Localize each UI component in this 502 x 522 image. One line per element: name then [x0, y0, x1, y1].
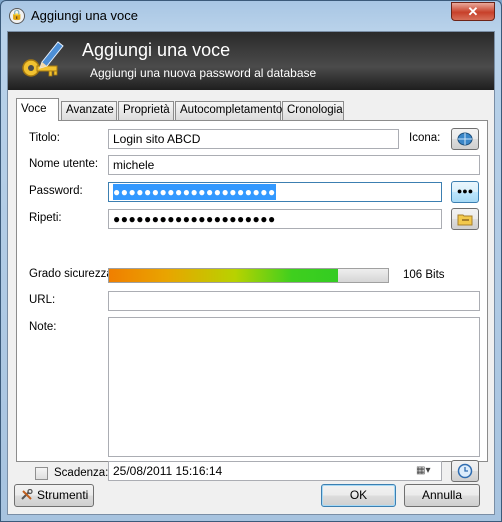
globe-key-icon — [457, 132, 473, 146]
title-label: Titolo: — [29, 132, 60, 144]
icon-picker-button[interactable] — [451, 128, 479, 150]
strength-bar-fill — [109, 269, 338, 282]
tab-voce[interactable]: Voce — [16, 98, 59, 121]
key-pen-icon — [22, 41, 64, 77]
password-field[interactable]: ●●●●●●●●●●●●●●●●●●●●● — [108, 182, 442, 202]
show-password-button[interactable]: ●●● — [451, 181, 479, 203]
banner-title: Aggiungi una voce — [82, 40, 231, 60]
notes-textarea[interactable] — [108, 317, 480, 457]
strength-bits: 106 Bits — [403, 269, 445, 281]
folder-key-icon — [457, 214, 473, 226]
expiry-preset-button[interactable] — [451, 460, 479, 482]
tab-avanzate[interactable]: Avanzate — [61, 101, 117, 120]
strength-label: Grado sicurezza: — [29, 268, 116, 280]
banner-subtitle: Aggiungi una nuova password al database — [90, 66, 317, 80]
tools-button[interactable]: Strumenti — [14, 484, 94, 507]
cancel-button[interactable]: Annulla — [404, 484, 480, 507]
expiry-label: Scadenza: — [54, 467, 109, 479]
tools-icon — [20, 488, 33, 500]
username-label: Nome utente: — [29, 158, 99, 170]
tab-proprieta[interactable]: Proprietà — [118, 101, 174, 120]
password-label: Password: — [29, 185, 83, 197]
icon-label: Icona: — [409, 132, 441, 144]
lock-icon: 🔒 — [9, 8, 25, 24]
window-title: Aggiungi una voce — [31, 8, 138, 23]
ok-button[interactable]: OK — [321, 484, 396, 507]
dialog-window: 🔒 Aggiungi una voce ✕ Aggiungi una voce … — [0, 0, 502, 522]
repeat-password-field[interactable]: ●●●●●●●●●●●●●●●●●●●●● — [108, 209, 442, 229]
clock-icon — [457, 463, 473, 479]
strength-bar — [108, 268, 389, 283]
title-field[interactable]: Login sito ABCD — [108, 129, 399, 149]
title-bar: 🔒 Aggiungi una voce ✕ — [1, 1, 501, 31]
header-banner: Aggiungi una voce Aggiungi una nuova pas… — [8, 32, 494, 90]
url-field[interactable] — [108, 291, 480, 311]
expiry-date-field[interactable]: 25/08/2011 15:16:14 ▦▾ — [108, 461, 442, 481]
tab-panel-voce: Titolo: Login sito ABCD Icona: Nome uten… — [16, 120, 488, 482]
calendar-dropdown-icon[interactable]: ▦▾ — [416, 464, 438, 478]
dialog-client: Aggiungi una voce Aggiungi una nuova pas… — [7, 31, 495, 515]
repeat-label: Ripeti: — [29, 212, 62, 224]
generate-password-button[interactable] — [451, 208, 479, 230]
tab-autocompletamento[interactable]: Autocompletamento — [175, 101, 282, 120]
username-field[interactable]: michele — [108, 155, 480, 175]
expiry-checkbox[interactable] — [35, 467, 48, 480]
close-button[interactable]: ✕ — [451, 2, 495, 21]
password-selection: ●●●●●●●●●●●●●●●●●●●●● — [113, 184, 276, 200]
expiry-date-value: 25/08/2011 15:16:14 — [113, 464, 223, 478]
url-label: URL: — [29, 294, 56, 306]
notes-label: Note: — [29, 321, 57, 333]
tab-cronologia[interactable]: Cronologia — [282, 101, 344, 120]
tools-button-label: Strumenti — [36, 488, 89, 502]
